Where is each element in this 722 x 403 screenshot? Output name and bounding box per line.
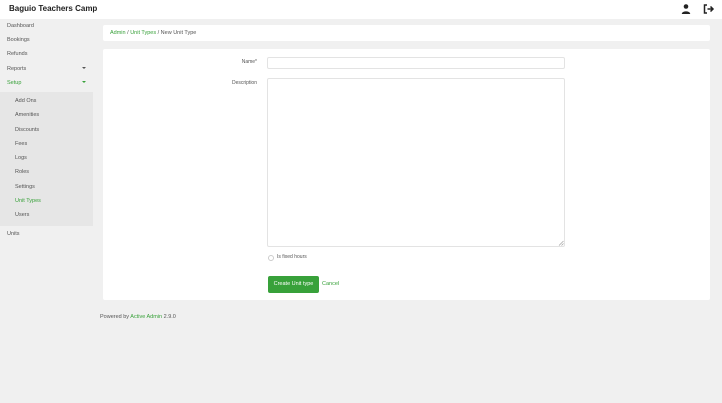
breadcrumb-admin-link[interactable]: Admin: [110, 30, 126, 36]
fixed-hours-checkbox[interactable]: [268, 255, 274, 261]
create-unit-type-button[interactable]: Create Unit type: [268, 276, 319, 293]
sidebar-item-fees[interactable]: Fees: [0, 137, 93, 151]
setup-submenu: Add Ons Amenities Discounts Fees Logs Ro…: [0, 92, 93, 226]
sidebar-item-label: Reports: [7, 66, 27, 72]
footer-prefix: Powered by: [100, 314, 131, 320]
resize-handle-icon[interactable]: [558, 240, 564, 246]
logout-icon[interactable]: [703, 3, 715, 15]
sidebar-item-settings[interactable]: Settings: [0, 180, 93, 194]
description-label: Description: [231, 80, 257, 86]
sidebar-item-refunds[interactable]: Refunds: [0, 47, 93, 61]
sidebar-item-add-ons[interactable]: Add Ons: [0, 94, 93, 108]
sidebar-item-units[interactable]: Units: [0, 227, 93, 241]
active-admin-link[interactable]: Active Admin: [130, 314, 162, 320]
breadcrumb-current: New Unit Type: [160, 30, 197, 36]
sidebar-item-roles[interactable]: Roles: [0, 165, 93, 179]
sidebar-item-amenities[interactable]: Amenities: [0, 108, 93, 122]
description-textarea[interactable]: [267, 78, 565, 247]
sidebar: Dashboard Bookings Refunds Reports Setup…: [0, 19, 93, 403]
app-title[interactable]: Baguio Teachers Camp: [9, 4, 97, 13]
sidebar-item-bookings[interactable]: Bookings: [0, 33, 93, 47]
main-content: Admin / Unit Types / New Unit Type Name*…: [93, 19, 722, 403]
top-bar: Baguio Teachers Camp: [0, 0, 722, 19]
sidebar-item-label: Setup: [7, 80, 22, 86]
name-label: Name*: [241, 59, 257, 65]
footer: Powered by Active Admin 2.9.0: [100, 314, 176, 320]
sidebar-item-users[interactable]: Users: [0, 208, 93, 222]
name-input[interactable]: [267, 57, 565, 69]
chevron-down-icon: [82, 67, 86, 69]
footer-version: 2.9.0: [162, 314, 176, 320]
sidebar-item-setup[interactable]: Setup: [0, 76, 93, 90]
sidebar-item-discounts[interactable]: Discounts: [0, 123, 93, 137]
breadcrumb: Admin / Unit Types / New Unit Type: [103, 25, 710, 41]
sidebar-item-dashboard[interactable]: Dashboard: [0, 19, 93, 33]
cancel-link[interactable]: Cancel: [322, 281, 339, 287]
sidebar-item-reports[interactable]: Reports: [0, 62, 93, 76]
sidebar-item-logs[interactable]: Logs: [0, 151, 93, 165]
breadcrumb-unit-types-link[interactable]: Unit Types: [130, 30, 156, 36]
sidebar-item-unit-types[interactable]: Unit Types: [0, 194, 93, 208]
fixed-hours-label[interactable]: Is fixed hours: [277, 254, 307, 260]
chevron-down-icon: [82, 81, 86, 83]
unit-type-form: Name* Description Is fixed hours Create …: [103, 49, 710, 300]
user-icon[interactable]: [680, 3, 692, 15]
